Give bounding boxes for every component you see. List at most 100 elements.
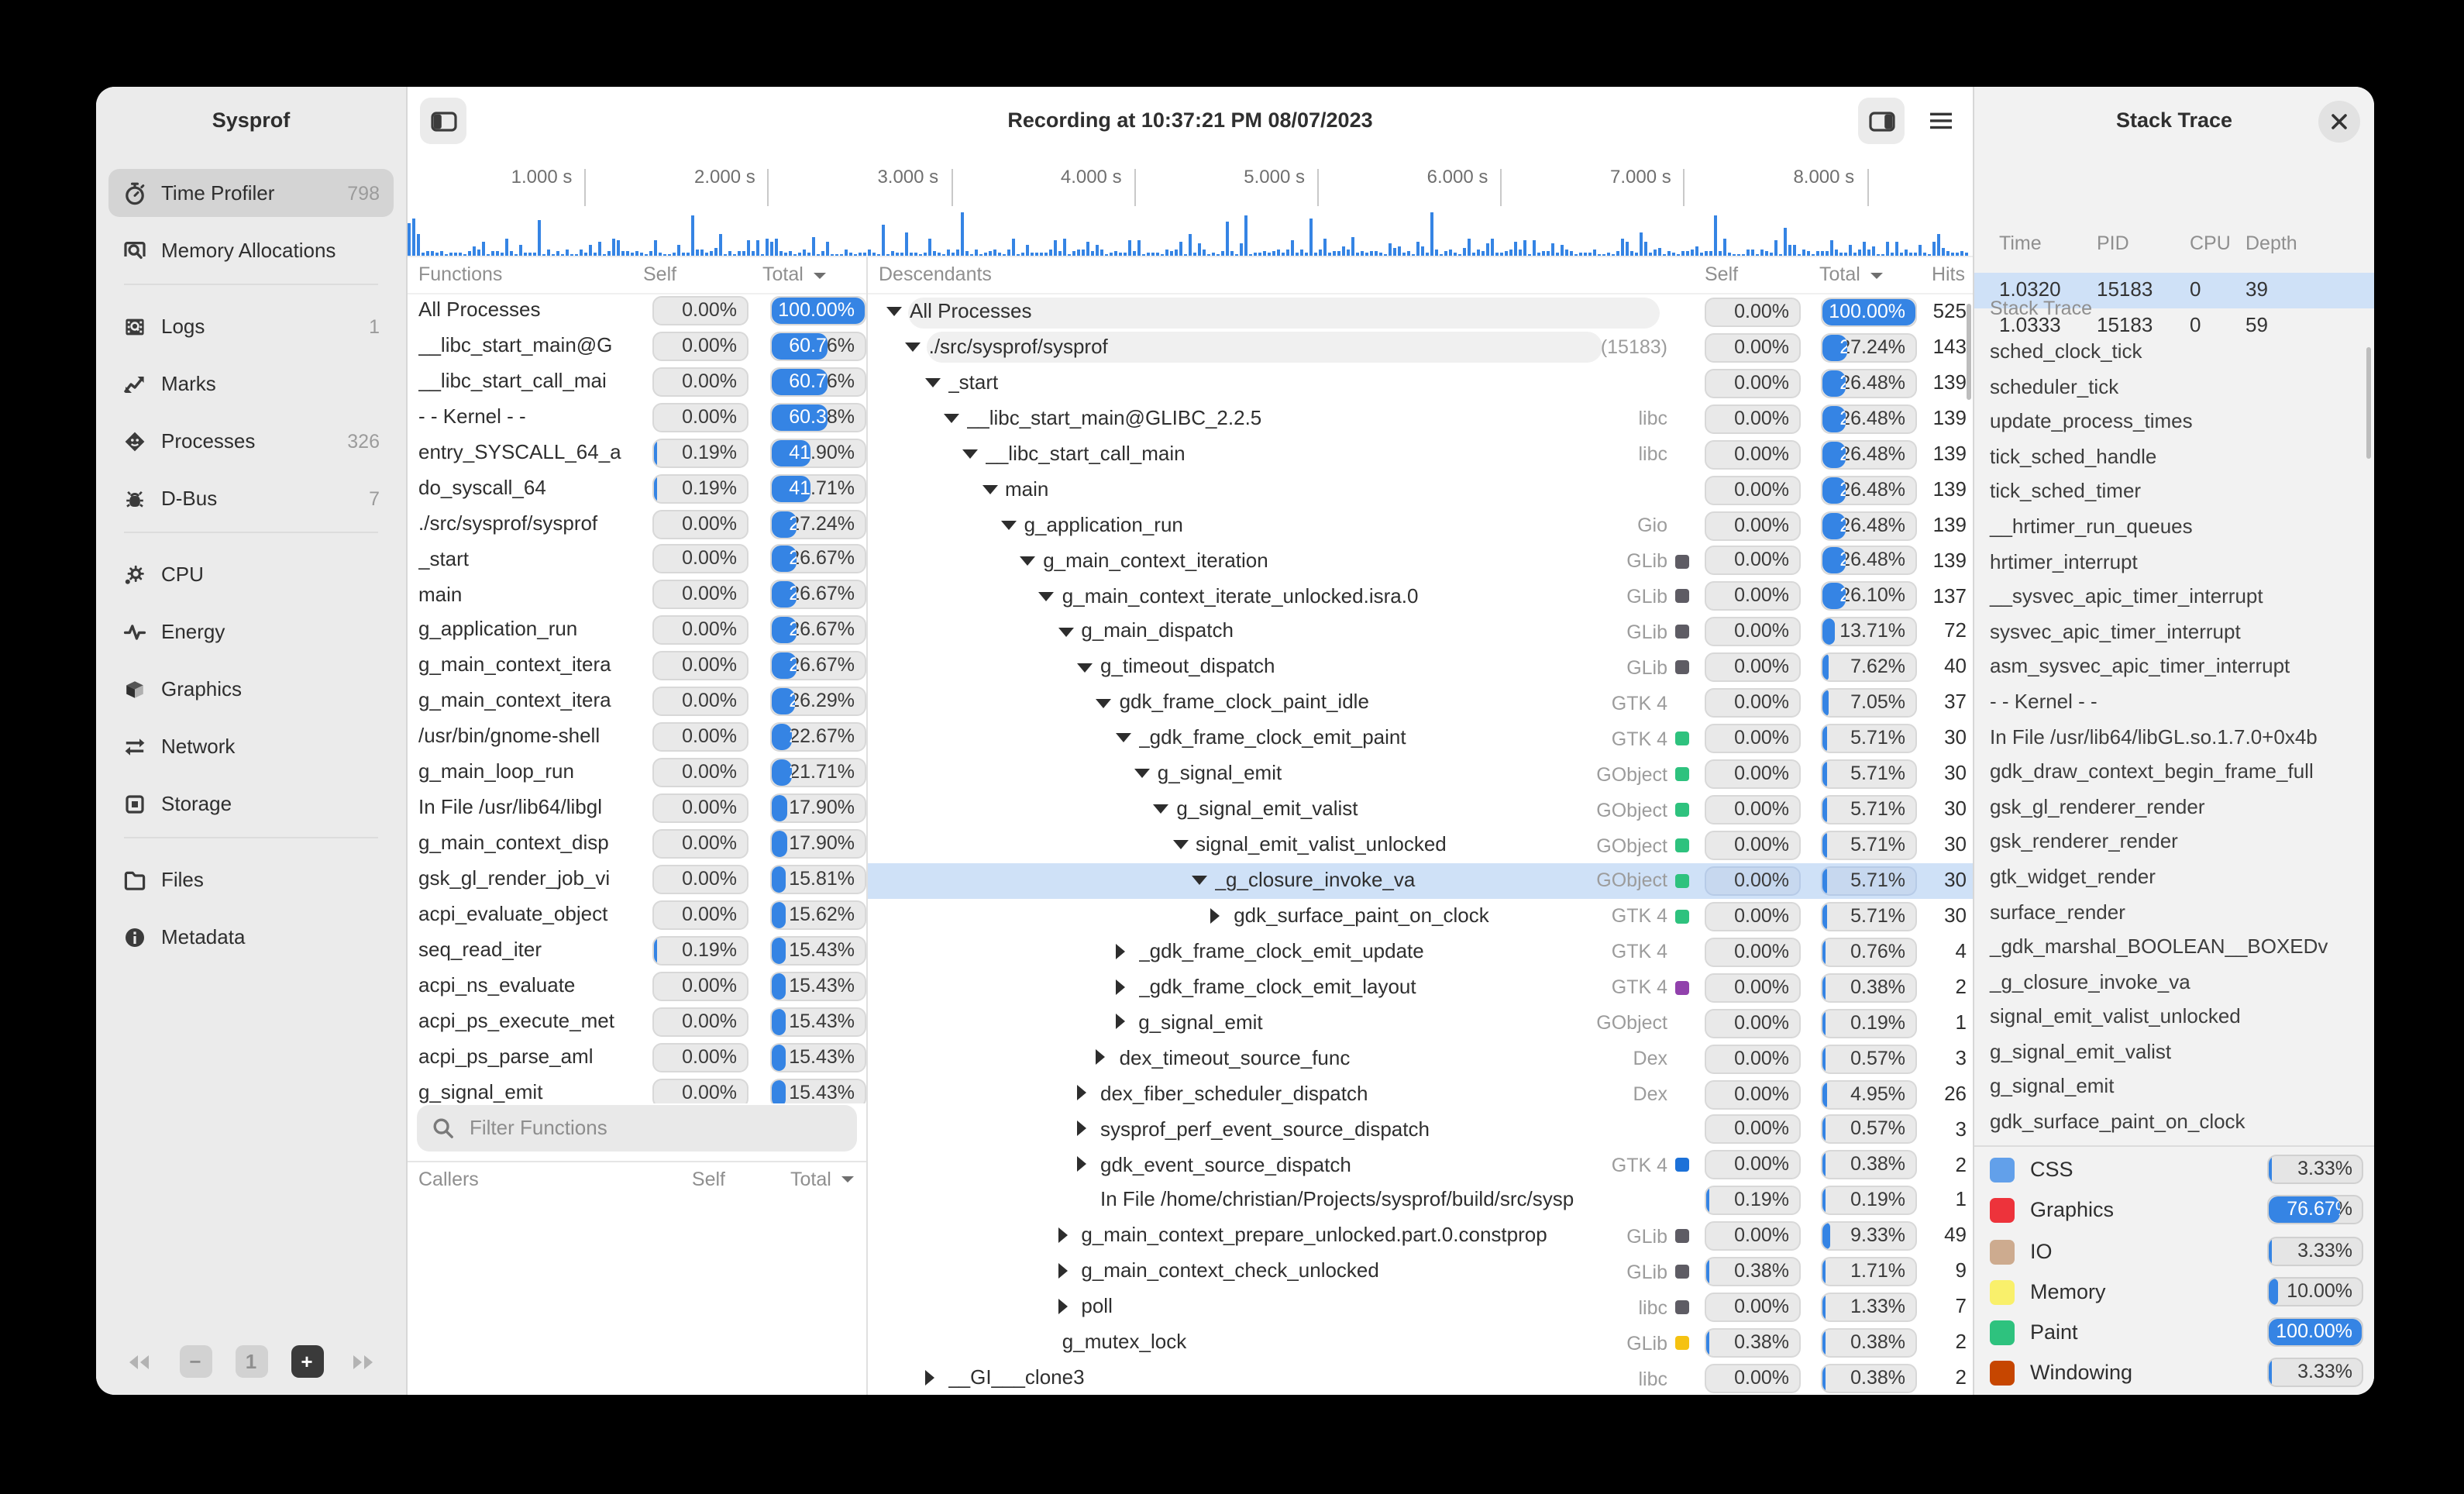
- function-row[interactable]: _start0.00%26.67%26.67%: [408, 542, 866, 577]
- function-row[interactable]: main0.00%26.67%26.67%: [408, 577, 866, 613]
- functions-column-label[interactable]: Functions: [418, 263, 502, 285]
- stack-frame[interactable]: sysvec_apic_timer_interrupt: [1974, 615, 2374, 650]
- sidebar-item-metadata[interactable]: Metadata: [108, 913, 394, 961]
- descendant-row[interactable]: g_signal_emitGObject0.00%0.19%0.19%1: [868, 1006, 1973, 1041]
- descendant-row[interactable]: signal_emit_valist_unlockedGObject0.00%5…: [868, 828, 1973, 863]
- collapse-arrow-icon[interactable]: [1172, 841, 1188, 850]
- expand-arrow-icon[interactable]: [1077, 1156, 1086, 1172]
- descendant-row[interactable]: _gdk_frame_clock_emit_paintGTK 40.00%5.7…: [868, 721, 1973, 757]
- descendant-row[interactable]: _start0.00%26.48%26.48%139: [868, 366, 1973, 401]
- stack-frame[interactable]: gdk_surface_paint_on_clock: [1974, 1105, 2374, 1140]
- descendants-column-label[interactable]: Descendants: [879, 263, 992, 285]
- timeline-ruler[interactable]: 1.000 s2.000 s3.000 s4.000 s5.000 s6.000…: [408, 155, 1973, 206]
- function-row[interactable]: acpi_ps_parse_aml0.00%15.43%15.43%: [408, 1039, 866, 1075]
- stack-frame[interactable]: signal_emit_valist_unlocked: [1974, 1000, 2374, 1035]
- expand-arrow-icon[interactable]: [1210, 907, 1220, 923]
- descendant-row[interactable]: dex_timeout_source_funcDex0.00%0.57%0.57…: [868, 1041, 1973, 1076]
- stack-frames-scrollbar[interactable]: [2366, 347, 2371, 459]
- function-row[interactable]: ./src/sysprof/sysprof0.00%27.24%27.24%: [408, 506, 866, 542]
- expand-arrow-icon[interactable]: [1115, 979, 1124, 994]
- descendant-row[interactable]: g_main_context_iterate_unlocked.isra.0GL…: [868, 579, 1973, 614]
- descendant-row[interactable]: _gdk_frame_clock_emit_updateGTK 40.00%0.…: [868, 935, 1973, 970]
- category-row[interactable]: IO3.33%3.33%: [1974, 1231, 2374, 1272]
- expand-arrow-icon[interactable]: [1077, 1121, 1086, 1137]
- descendants-scrollbar[interactable]: [1967, 304, 1971, 400]
- sidebar-item-logs[interactable]: Logs1: [108, 302, 394, 350]
- expand-arrow-icon[interactable]: [1058, 1227, 1067, 1243]
- function-row[interactable]: acpi_ps_execute_met0.00%15.43%15.43%: [408, 1004, 866, 1040]
- descendant-row[interactable]: dex_fiber_scheduler_dispatchDex0.00%4.95…: [868, 1076, 1973, 1112]
- collapse-arrow-icon[interactable]: [1096, 698, 1112, 707]
- callers-self-label[interactable]: Self: [671, 1168, 725, 1189]
- sidebar-item-network[interactable]: Network: [108, 722, 394, 770]
- seek-forward-button[interactable]: [346, 1345, 379, 1378]
- stack-frame[interactable]: tick_sched_timer: [1974, 475, 2374, 510]
- stack-frame[interactable]: asm_sysvec_apic_timer_interrupt: [1974, 650, 2374, 685]
- expand-arrow-icon[interactable]: [1115, 1014, 1124, 1030]
- function-row[interactable]: g_main_context_itera0.00%26.29%26.29%: [408, 684, 866, 720]
- descendant-row[interactable]: gdk_surface_paint_on_clockGTK 40.00%5.71…: [868, 899, 1973, 935]
- descendant-row[interactable]: g_application_runGio0.00%26.48%26.48%139: [868, 508, 1973, 543]
- expand-arrow-icon[interactable]: [1115, 943, 1124, 959]
- stack-frame[interactable]: gsk_renderer_render: [1974, 825, 2374, 860]
- stack-frame[interactable]: gdk_draw_context_begin_frame_full: [1974, 755, 2374, 790]
- stack-frame[interactable]: - - Kernel - -: [1974, 685, 2374, 720]
- stack-frame[interactable]: surface_render: [1974, 895, 2374, 930]
- collapse-arrow-icon[interactable]: [906, 343, 921, 352]
- stack-frame[interactable]: update_process_times: [1974, 404, 2374, 439]
- category-row[interactable]: CSS3.33%3.33%: [1974, 1150, 2374, 1191]
- descendant-row[interactable]: __libc_start_call_mainlibc0.00%26.48%26.…: [868, 437, 1973, 473]
- function-row[interactable]: All Processes0.00%100.00%100.00%: [408, 293, 866, 329]
- sidebar-item-storage[interactable]: Storage: [108, 780, 394, 828]
- function-row[interactable]: acpi_ns_evaluate0.00%15.43%15.43%: [408, 969, 866, 1004]
- expand-arrow-icon[interactable]: [1058, 1263, 1067, 1279]
- descendant-row[interactable]: g_main_context_check_unlockedGLib0.38%0.…: [868, 1255, 1973, 1290]
- cpu-activity-sparkline[interactable]: [408, 206, 1973, 257]
- collapse-arrow-icon[interactable]: [982, 485, 997, 494]
- stack-frame[interactable]: sched_clock_tick: [1974, 335, 2374, 370]
- collapse-arrow-icon[interactable]: [1039, 591, 1055, 601]
- menu-button[interactable]: [1917, 98, 1963, 144]
- self-column-label[interactable]: Self: [643, 263, 676, 285]
- category-row[interactable]: Paint100.00%100.00%: [1974, 1313, 2374, 1354]
- stack-frame[interactable]: gsk_gl_renderer_render: [1974, 790, 2374, 824]
- function-row[interactable]: /usr/bin/gnome-shell0.00%22.67%22.67%: [408, 720, 866, 756]
- stack-frame[interactable]: g_signal_emit_valist: [1974, 1035, 2374, 1070]
- descendant-row[interactable]: g_main_context_prepare_unlocked.part.0.c…: [868, 1219, 1973, 1255]
- descendant-row[interactable]: g_signal_emit_valistGObject0.00%5.71%5.7…: [868, 792, 1973, 828]
- function-row[interactable]: __libc_start_call_mai0.00%60.76%60.76%: [408, 364, 866, 400]
- descendant-row[interactable]: main0.00%26.48%26.48%139: [868, 472, 1973, 508]
- function-row[interactable]: g_application_run0.00%26.67%26.67%: [408, 613, 866, 649]
- descendant-row[interactable]: g_main_context_iterationGLib0.00%26.48%2…: [868, 543, 1973, 579]
- collapse-arrow-icon[interactable]: [1192, 876, 1207, 885]
- function-row[interactable]: g_main_loop_run0.00%21.71%21.71%: [408, 755, 866, 790]
- descendant-row[interactable]: polllibc0.00%1.33%1.33%7: [868, 1290, 1973, 1326]
- collapse-arrow-icon[interactable]: [1001, 521, 1017, 530]
- toggle-right-panel-button[interactable]: [1858, 98, 1905, 144]
- stack-frame[interactable]: scheduler_tick: [1974, 370, 2374, 404]
- sidebar-item-memory-allocations[interactable]: Memory Allocations: [108, 226, 394, 274]
- descendant-row[interactable]: _g_closure_invoke_vaGObject0.00%5.71%5.7…: [868, 863, 1973, 899]
- stack-frame[interactable]: __sysvec_apic_timer_interrupt: [1974, 580, 2374, 614]
- descendants-total-label[interactable]: Total: [1819, 263, 1884, 285]
- expand-arrow-icon[interactable]: [1058, 1299, 1067, 1314]
- total-column-label[interactable]: Total: [762, 263, 827, 285]
- function-row[interactable]: In File /usr/lib64/libgl0.00%17.90%17.90…: [408, 790, 866, 826]
- function-row[interactable]: __libc_start_main@G0.00%60.76%60.76%: [408, 329, 866, 364]
- category-row[interactable]: Windowing3.33%3.33%: [1974, 1354, 2374, 1395]
- stack-frame[interactable]: tick_sched_handle: [1974, 440, 2374, 475]
- stack-frame[interactable]: g_signal_emit: [1974, 1070, 2374, 1105]
- expand-arrow-icon[interactable]: [1077, 1086, 1086, 1101]
- zoom-in-button[interactable]: +: [291, 1345, 323, 1378]
- category-row[interactable]: Graphics76.67%76.67%: [1974, 1191, 2374, 1232]
- descendant-row[interactable]: g_mutex_lockGLib0.38%0.38%0.38%0.38%2: [868, 1325, 1973, 1361]
- stack-frame[interactable]: __hrtimer_run_queues: [1974, 510, 2374, 545]
- collapse-arrow-icon[interactable]: [1115, 734, 1130, 743]
- function-row[interactable]: acpi_evaluate_object0.00%15.62%15.62%: [408, 897, 866, 933]
- stack-frame[interactable]: _g_closure_invoke_va: [1974, 965, 2374, 1000]
- collapse-arrow-icon[interactable]: [1077, 663, 1093, 672]
- sidebar-item-graphics[interactable]: Graphics: [108, 665, 394, 713]
- sidebar-item-files[interactable]: Files: [108, 855, 394, 904]
- collapse-arrow-icon[interactable]: [962, 449, 978, 459]
- collapse-arrow-icon[interactable]: [1058, 627, 1073, 636]
